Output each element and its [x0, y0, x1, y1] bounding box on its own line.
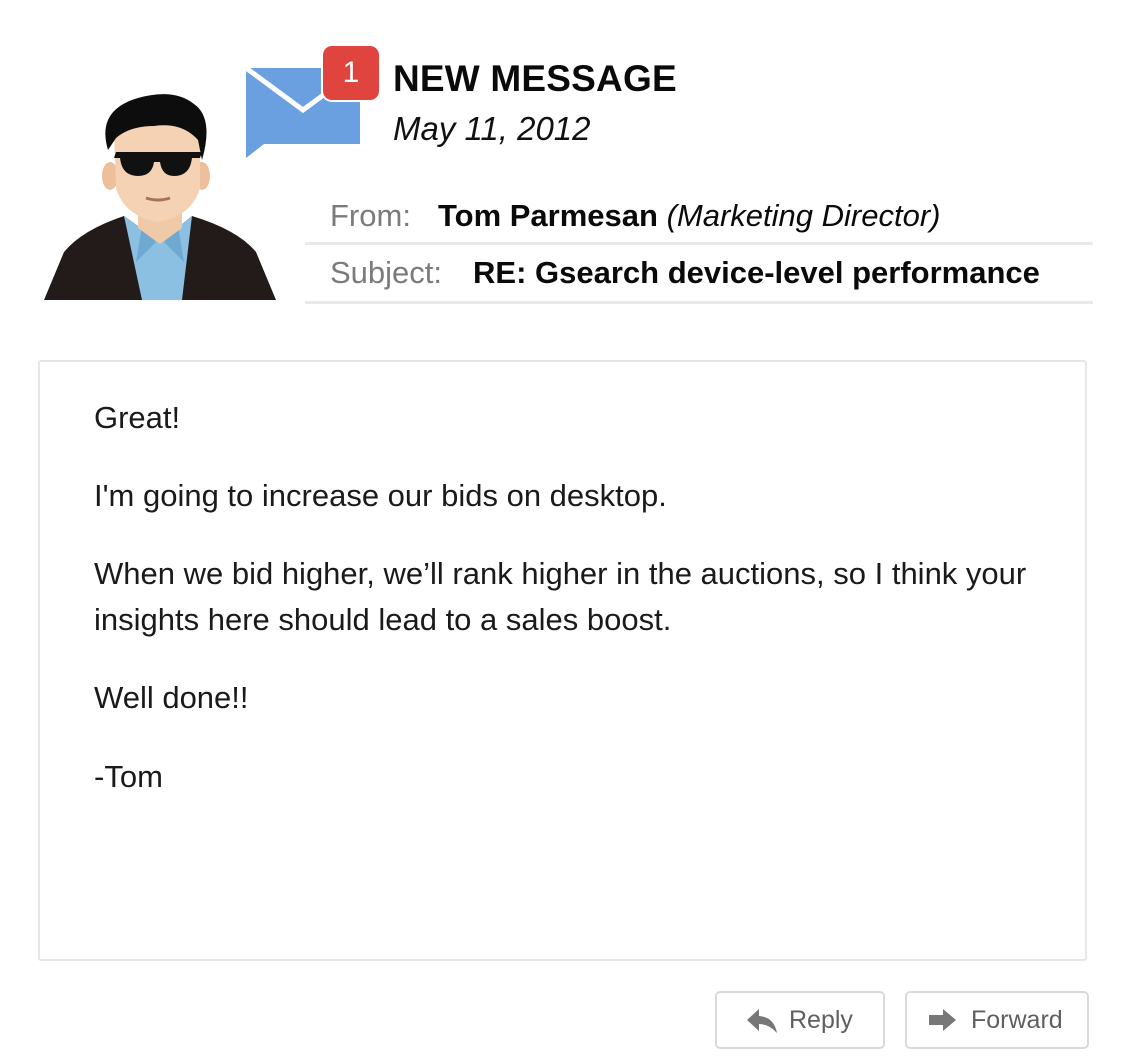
subject-value: RE: Gsearch device-level performance: [473, 255, 1040, 290]
message-paragraph: Great!: [94, 400, 181, 435]
forward-arrow-icon: [929, 1009, 956, 1031]
notification-title: NEW MESSAGE: [393, 58, 677, 99]
message-body: Great! I'm going to increase our bids on…: [38, 360, 1087, 961]
sender-name: Tom Parmesan: [438, 198, 658, 233]
subject-label: Subject:: [330, 255, 443, 290]
message-paragraph: I'm going to increase our bids on deskto…: [94, 478, 667, 513]
message-paragraph: When we bid higher, we’ll rank higher in…: [94, 556, 1027, 637]
message-paragraph: Well done!!: [94, 680, 249, 715]
reply-label: Reply: [789, 1006, 853, 1034]
reply-arrow-icon: [747, 1009, 777, 1033]
avatar-illustration: [44, 94, 276, 300]
message-signature: -Tom: [94, 759, 163, 794]
sender-role: (Marketing Director): [666, 198, 941, 233]
from-label: From:: [330, 198, 411, 233]
notification-badge: 1: [323, 46, 379, 100]
sender-avatar: [42, 92, 278, 302]
message-date: May 11, 2012: [393, 110, 591, 147]
sender-name-group: Tom Parmesan (Marketing Director): [438, 198, 940, 234]
forward-label: Forward: [971, 1006, 1063, 1034]
subject-row: Subject: RE: Gsearch device-level perfor…: [305, 253, 1093, 304]
reply-button[interactable]: Reply: [715, 991, 885, 1049]
forward-button[interactable]: Forward: [905, 991, 1089, 1049]
from-row: From: Tom Parmesan (Marketing Director): [305, 196, 1093, 245]
